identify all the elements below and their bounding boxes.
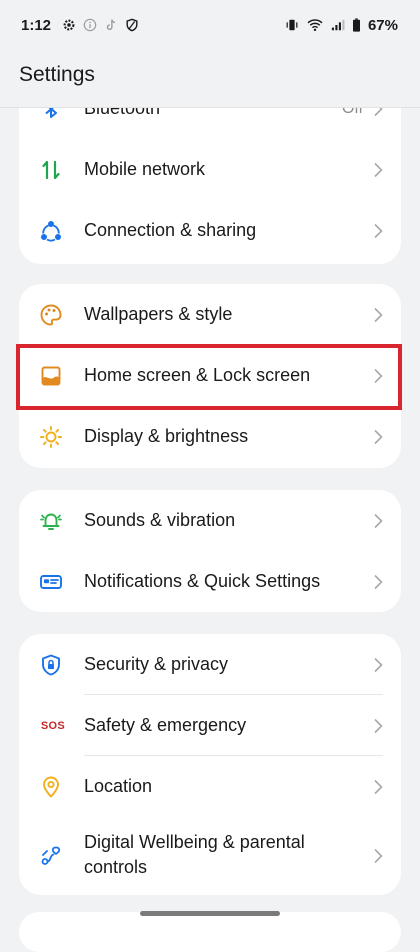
- settings-item-label: Display & brightness: [84, 426, 249, 446]
- chevron-right-icon: [373, 108, 383, 117]
- home-screen-icon: [39, 364, 63, 388]
- sun-icon: [39, 425, 63, 449]
- settings-item-location[interactable]: Location: [19, 756, 401, 817]
- chevron-right-icon: [373, 574, 383, 590]
- settings-card-connectivity: Bluetooth Off Mobile network Connection …: [19, 98, 401, 264]
- settings-gear-status-icon: [62, 18, 76, 32]
- settings-item-label: Mobile network: [84, 159, 206, 179]
- sos-text: SOS: [40, 719, 66, 732]
- settings-item-label: Bluetooth: [84, 98, 161, 118]
- notifications-icon: [39, 570, 63, 594]
- settings-item-label: Security & privacy: [84, 654, 229, 674]
- connection-sharing-icon: [39, 219, 63, 243]
- settings-item-label: Sounds & vibration: [84, 510, 236, 530]
- mobile-network-icon: [39, 158, 63, 182]
- settings-item-bluetooth[interactable]: Bluetooth Off: [19, 98, 401, 139]
- status-left: 1:12: [21, 17, 139, 34]
- settings-item-digital-wellbeing[interactable]: Digital Wellbeing & parental controls: [19, 817, 401, 895]
- settings-item-security-privacy[interactable]: Security & privacy: [19, 634, 401, 695]
- chevron-right-icon: [373, 718, 383, 734]
- shield-icon: [39, 653, 63, 677]
- settings-item-label: Location: [84, 776, 153, 796]
- settings-item-label: Connection & sharing: [84, 220, 257, 240]
- settings-item-label: Notifications & Quick Settings: [84, 571, 321, 591]
- settings-item-safety-emergency[interactable]: SOS Safety & emergency: [19, 695, 401, 756]
- bluetooth-status-value: Off: [341, 99, 363, 117]
- shield-status-icon: [125, 18, 139, 32]
- vibrate-icon: [285, 18, 299, 32]
- wifi-icon: [306, 18, 324, 32]
- settings-item-mobile-network[interactable]: Mobile network: [19, 139, 401, 200]
- battery-icon: [352, 18, 361, 32]
- settings-item-notifications-quick-settings[interactable]: Notifications & Quick Settings: [19, 551, 401, 612]
- settings-item-label: Home screen & Lock screen: [84, 365, 311, 385]
- header-divider: [0, 107, 420, 108]
- settings-item-display-brightness[interactable]: Display & brightness: [19, 406, 401, 467]
- chevron-right-icon: [373, 657, 383, 673]
- settings-item-sounds-vibration[interactable]: Sounds & vibration: [19, 490, 401, 551]
- chevron-right-icon: [373, 429, 383, 445]
- status-right: 67%: [285, 17, 398, 34]
- chevron-right-icon: [373, 368, 383, 384]
- sos-icon: SOS: [38, 714, 68, 738]
- battery-percent: 67%: [367, 16, 398, 34]
- wellbeing-label-line-2: controls: [84, 857, 148, 877]
- chevron-right-icon: [373, 162, 383, 178]
- chevron-right-icon: [373, 779, 383, 795]
- tiktok-status-icon: [104, 18, 118, 32]
- palette-icon: [39, 303, 63, 327]
- settings-card-security: Security & privacy SOS Safety & emergenc…: [19, 634, 401, 895]
- wellbeing-icon: [39, 844, 63, 868]
- chevron-right-icon: [373, 223, 383, 239]
- status-time: 1:12: [21, 16, 52, 34]
- settings-item-label: Digital Wellbeing & parental controls: [84, 830, 305, 880]
- signal-icon: [331, 18, 345, 32]
- settings-card-next: [19, 912, 401, 952]
- settings-item-label: Safety & emergency: [84, 715, 247, 735]
- status-bar: 1:12 67%: [0, 0, 420, 50]
- info-status-icon: [83, 18, 97, 32]
- chevron-right-icon: [373, 848, 383, 864]
- settings-card-personalization: Wallpapers & style Home screen & Lock sc…: [19, 284, 401, 468]
- settings-item-connection-sharing[interactable]: Connection & sharing: [19, 200, 401, 261]
- wellbeing-label-line-1: Digital Wellbeing & parental: [84, 832, 305, 852]
- location-pin-icon: [39, 775, 63, 799]
- chevron-right-icon: [373, 307, 383, 323]
- chevron-right-icon: [373, 513, 383, 529]
- bluetooth-icon: [39, 108, 63, 121]
- settings-item-label: Wallpapers & style: [84, 304, 233, 324]
- bell-icon: [39, 509, 63, 533]
- navigation-gesture-bar[interactable]: [140, 911, 280, 916]
- settings-card-sound-notifications: Sounds & vibration Notifications & Quick…: [19, 490, 401, 612]
- page-title: Settings: [19, 63, 95, 86]
- settings-item-wallpapers-style[interactable]: Wallpapers & style: [19, 284, 401, 345]
- settings-item-home-lock-screen[interactable]: Home screen & Lock screen: [19, 345, 401, 406]
